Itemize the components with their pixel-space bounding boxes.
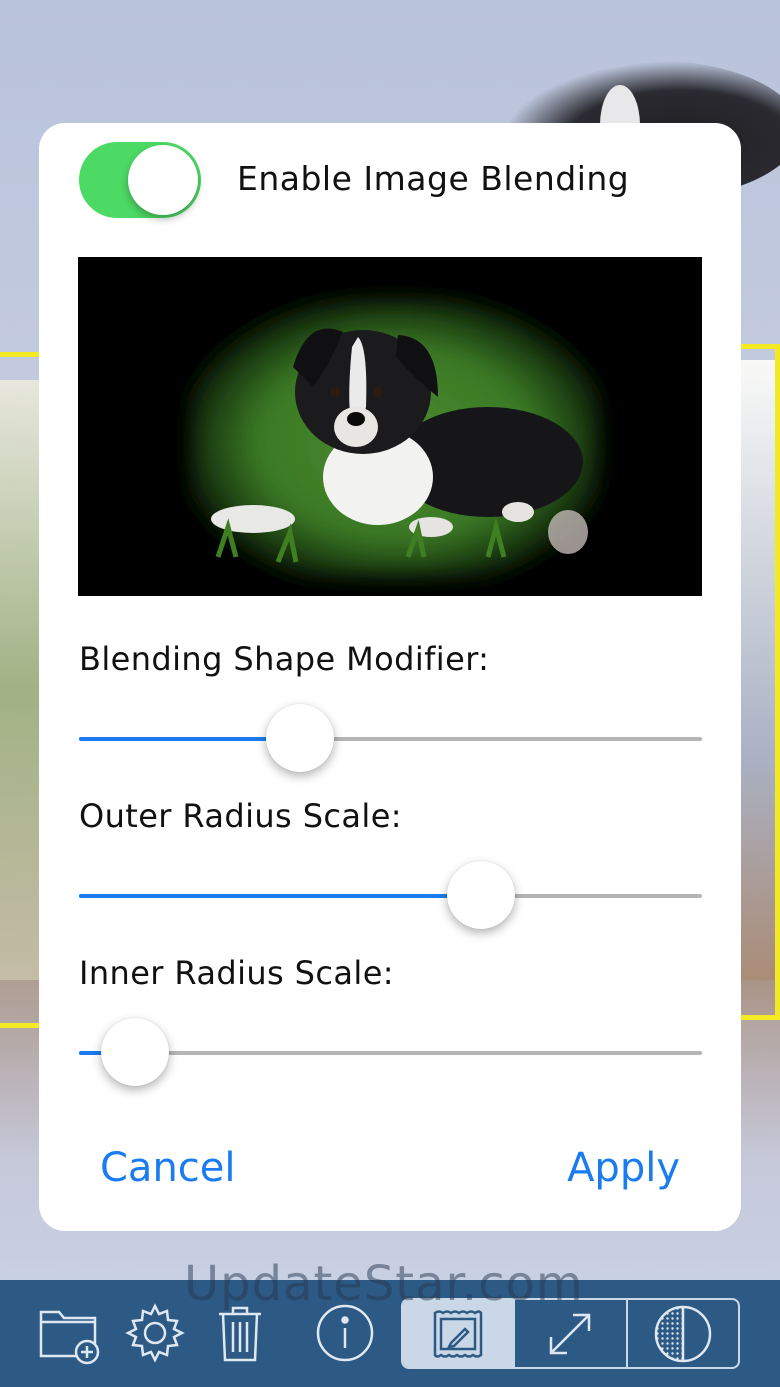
toggle-knob xyxy=(128,145,198,215)
contrast-segment[interactable] xyxy=(628,1300,738,1367)
selection-frame-right xyxy=(740,344,780,1020)
blend-preview-image xyxy=(78,257,702,596)
blending-shape-label: Blending Shape Modifier: xyxy=(79,640,490,678)
outer-radius-label: Outer Radius Scale: xyxy=(79,797,402,835)
slider-thumb[interactable] xyxy=(447,861,515,929)
contrast-icon xyxy=(654,1305,712,1362)
slider-track xyxy=(79,1051,702,1055)
slider-thumb[interactable] xyxy=(266,704,334,772)
watermark-text: UpdateStar.com xyxy=(184,1256,584,1312)
cancel-button[interactable]: Cancel xyxy=(100,1145,236,1191)
selection-frame-left xyxy=(0,352,40,1028)
gear-icon[interactable] xyxy=(120,1298,190,1368)
inner-radius-slider[interactable] xyxy=(79,1018,702,1088)
blending-shape-slider[interactable] xyxy=(79,704,702,774)
outer-radius-slider[interactable] xyxy=(79,861,702,931)
enable-blending-toggle[interactable] xyxy=(79,142,201,218)
blending-dialog: Enable Image Blending Blending Shape Mod… xyxy=(39,123,741,1231)
new-folder-icon[interactable] xyxy=(35,1298,105,1368)
slider-thumb[interactable] xyxy=(101,1018,169,1086)
enable-blending-label: Enable Image Blending xyxy=(237,159,630,198)
inner-radius-label: Inner Radius Scale: xyxy=(79,954,394,992)
apply-button[interactable]: Apply xyxy=(567,1145,680,1191)
slider-fill xyxy=(79,894,481,898)
